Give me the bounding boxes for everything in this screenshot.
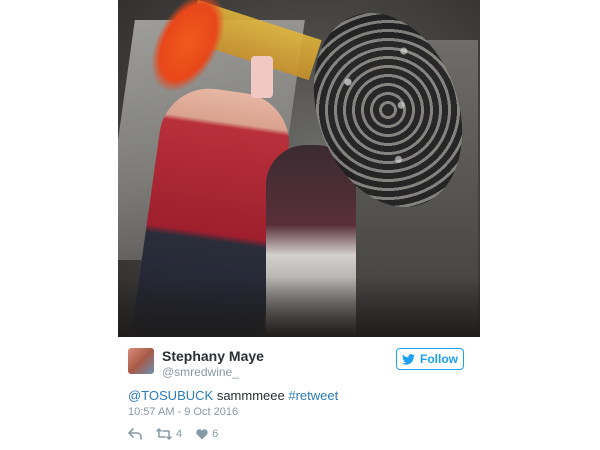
author-handle[interactable]: @smredwine_ bbox=[162, 365, 239, 379]
like-button[interactable]: 6 bbox=[196, 428, 218, 440]
tweet-actions: 4 6 bbox=[128, 427, 218, 441]
follow-button-label: Follow bbox=[420, 352, 458, 366]
avatar[interactable] bbox=[128, 348, 154, 374]
author-display-name[interactable]: Stephany Maye bbox=[162, 348, 264, 364]
like-count: 6 bbox=[212, 428, 219, 440]
retweet-count: 4 bbox=[176, 428, 183, 440]
retweet-icon bbox=[156, 428, 172, 440]
hashtag-link[interactable]: #retweet bbox=[288, 388, 338, 403]
heart-icon bbox=[196, 428, 208, 439]
retweet-button[interactable]: 4 bbox=[156, 428, 182, 440]
twitter-bird-icon bbox=[402, 353, 415, 365]
tweet-text: @TOSUBUCK sammmeee #retweet bbox=[128, 388, 338, 403]
tweet-body: sammmeee bbox=[213, 388, 289, 403]
reply-button[interactable] bbox=[128, 428, 142, 440]
mention-link[interactable]: @TOSUBUCK bbox=[128, 388, 213, 403]
follow-button[interactable]: Follow bbox=[396, 348, 464, 370]
photo-floor bbox=[118, 277, 480, 337]
photo-phone bbox=[251, 56, 273, 98]
tweet-photo[interactable] bbox=[118, 0, 480, 337]
tweet-timestamp[interactable]: 10:57 AM - 9 Oct 2016 bbox=[128, 406, 238, 418]
reply-icon bbox=[128, 428, 142, 440]
